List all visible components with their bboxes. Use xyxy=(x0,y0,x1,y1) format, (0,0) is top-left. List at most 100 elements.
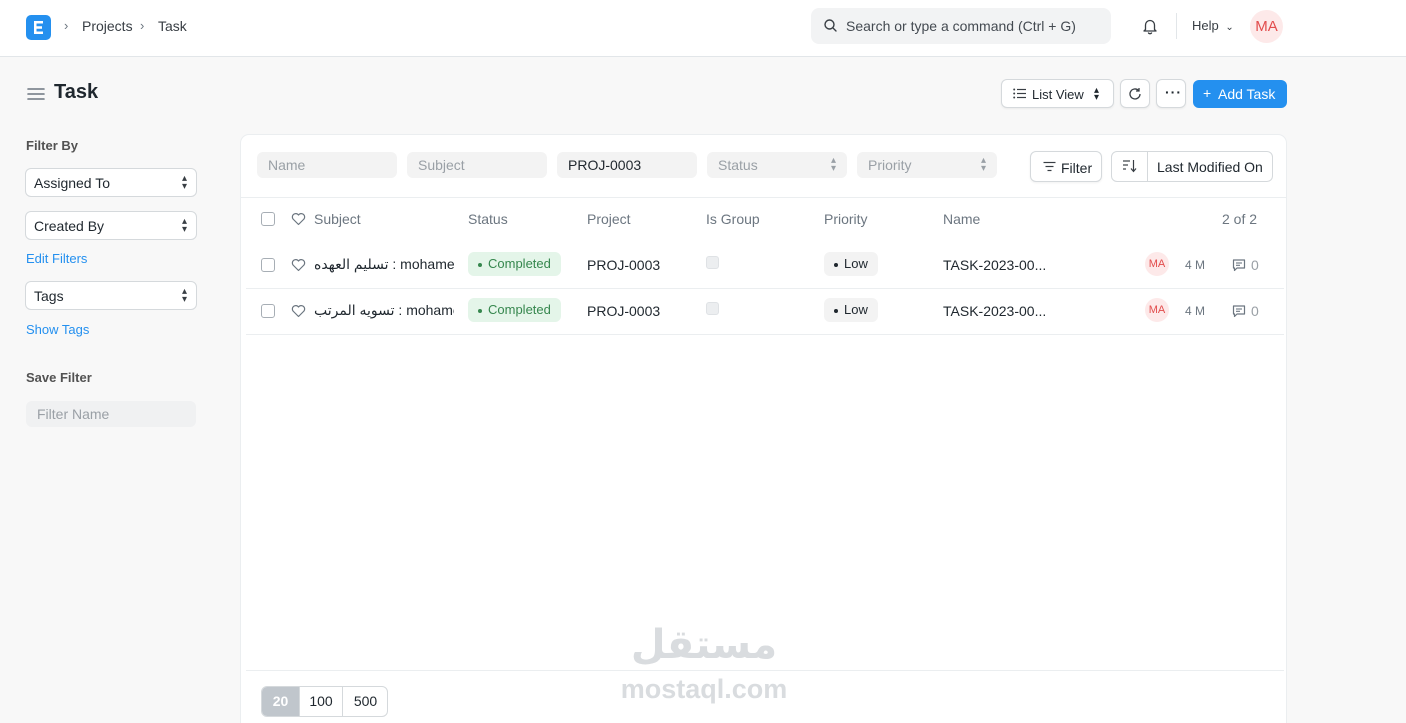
row-name[interactable]: TASK-2023-00... xyxy=(943,257,1046,273)
assignee-avatar[interactable]: MA xyxy=(1145,252,1169,276)
select-caret-icon: ▴ ▾ xyxy=(181,173,187,192)
page-size-20-button[interactable]: 20 xyxy=(262,687,299,716)
subject-filter-input[interactable] xyxy=(407,152,547,178)
created-by-label: Created By xyxy=(34,218,105,234)
watermark-arabic: مستقل xyxy=(630,623,778,667)
status-badge-label: Completed xyxy=(488,256,551,271)
column-header-subject[interactable]: Subject xyxy=(314,211,361,227)
project-filter-input[interactable] xyxy=(557,152,697,178)
priority-filter-select[interactable]: Priority ▴ ▾ xyxy=(857,152,997,178)
app-logo[interactable] xyxy=(26,15,51,40)
modified-time: 4 M xyxy=(1185,258,1206,272)
nav-divider xyxy=(1176,13,1177,39)
page-size-selector: 20 100 500 xyxy=(261,686,388,717)
filter-button[interactable]: Filter xyxy=(1030,151,1102,182)
status-filter-select[interactable]: Status ▴ ▾ xyxy=(707,152,847,178)
select-all-checkbox[interactable] xyxy=(261,212,275,226)
save-filter-heading: Save Filter xyxy=(26,370,92,385)
priority-badge-label: Low xyxy=(844,302,868,317)
heart-icon[interactable] xyxy=(291,258,306,272)
filter-name-input[interactable] xyxy=(26,401,196,427)
assigned-to-label: Assigned To xyxy=(34,175,111,191)
filter-icon xyxy=(1043,161,1056,172)
created-by-filter[interactable]: Created By ▴ ▾ xyxy=(25,211,197,240)
add-task-button[interactable]: + Add Task xyxy=(1193,80,1287,108)
divider xyxy=(241,197,1286,198)
search-icon xyxy=(824,19,837,32)
page-size-500-button[interactable]: 500 xyxy=(342,687,387,716)
column-header-project[interactable]: Project xyxy=(587,211,631,227)
status-badge-label: Completed xyxy=(488,302,551,317)
row-subject[interactable]: تسليم العهده : mohamed xyxy=(314,256,454,273)
column-header-is-group[interactable]: Is Group xyxy=(706,211,760,227)
navbar: › Projects › Task Help ⌄ MA xyxy=(0,0,1406,57)
priority-badge: Low xyxy=(824,252,878,276)
row-project: PROJ-0003 xyxy=(587,257,661,273)
comment-icon[interactable] xyxy=(1232,258,1246,272)
chevron-right-icon: › xyxy=(64,18,69,33)
sort-order-button[interactable] xyxy=(1112,152,1148,181)
status-filter-label: Status xyxy=(718,157,758,173)
select-caret-icon: ▴ ▾ xyxy=(181,216,187,235)
sort-field-select[interactable]: Last Modified On xyxy=(1157,159,1263,175)
modified-time: 4 M xyxy=(1185,304,1206,318)
column-header-name[interactable]: Name xyxy=(943,211,980,227)
tags-label: Tags xyxy=(34,288,64,304)
is-group-checkbox xyxy=(706,302,719,315)
assigned-to-filter[interactable]: Assigned To ▴ ▾ xyxy=(25,168,197,197)
row-project: PROJ-0003 xyxy=(587,303,661,319)
priority-badge-label: Low xyxy=(844,256,868,271)
notification-bell-icon[interactable] xyxy=(1141,17,1159,35)
select-caret-icon: ▴ ▾ xyxy=(830,155,836,174)
refresh-icon xyxy=(1129,88,1141,100)
tags-filter[interactable]: Tags ▴ ▾ xyxy=(25,281,197,310)
column-header-status[interactable]: Status xyxy=(468,211,508,227)
row-checkbox[interactable] xyxy=(261,258,275,272)
add-task-label: Add Task xyxy=(1218,86,1276,102)
help-label: Help xyxy=(1192,18,1219,33)
search-bar xyxy=(811,8,1111,44)
is-group-checkbox xyxy=(706,256,719,269)
breadcrumb-projects[interactable]: Projects xyxy=(82,18,133,34)
comment-icon[interactable] xyxy=(1232,304,1246,318)
select-caret-icon: ▴ ▾ xyxy=(181,286,187,305)
row-subject[interactable]: تسويه المرتب : mohamed xyxy=(314,302,454,319)
sort-control: Last Modified On xyxy=(1111,151,1273,182)
comment-count: 0 xyxy=(1251,303,1259,319)
chevron-down-icon: ⌄ xyxy=(1225,22,1234,33)
list-icon xyxy=(1013,88,1026,99)
list-view-button[interactable]: List View ▴ ▾ xyxy=(1001,79,1114,108)
user-avatar[interactable]: MA xyxy=(1250,10,1283,43)
help-dropdown[interactable]: Help ⌄ xyxy=(1192,18,1234,33)
refresh-button[interactable] xyxy=(1120,79,1150,108)
heart-icon[interactable] xyxy=(291,304,306,318)
name-filter-input[interactable] xyxy=(257,152,397,178)
watermark-latin: mostaql.com xyxy=(620,674,788,704)
watermark-logo: مستقل mostaql.com xyxy=(617,622,791,710)
column-header-priority[interactable]: Priority xyxy=(824,211,868,227)
row-name[interactable]: TASK-2023-00... xyxy=(943,303,1046,319)
record-count: 2 of 2 xyxy=(1222,211,1258,227)
assignee-avatar[interactable]: MA xyxy=(1145,298,1169,322)
show-tags-link[interactable]: Show Tags xyxy=(26,322,89,337)
comment-count: 0 xyxy=(1251,257,1259,273)
filter-by-heading: Filter By xyxy=(26,138,79,153)
select-caret-icon: ▴ ▾ xyxy=(980,155,986,174)
row-checkbox[interactable] xyxy=(261,304,275,318)
row-divider xyxy=(246,288,1284,289)
filter-button-label: Filter xyxy=(1061,160,1093,176)
status-badge: Completed xyxy=(468,252,561,276)
more-actions-button[interactable]: ··· xyxy=(1156,79,1186,108)
edit-filters-link[interactable]: Edit Filters xyxy=(26,251,87,266)
ellipsis-icon: ··· xyxy=(1165,84,1182,100)
page-title: Task xyxy=(54,81,99,103)
search-input[interactable] xyxy=(846,8,1106,44)
sort-descending-icon xyxy=(1123,160,1137,173)
row-divider xyxy=(246,334,1284,335)
heart-icon[interactable] xyxy=(291,212,306,226)
page-size-100-button[interactable]: 100 xyxy=(299,687,342,716)
status-badge: Completed xyxy=(468,298,561,322)
breadcrumb-task[interactable]: Task xyxy=(158,18,187,34)
sidebar-toggle-icon[interactable] xyxy=(27,86,45,102)
plus-icon: + xyxy=(1203,85,1212,101)
